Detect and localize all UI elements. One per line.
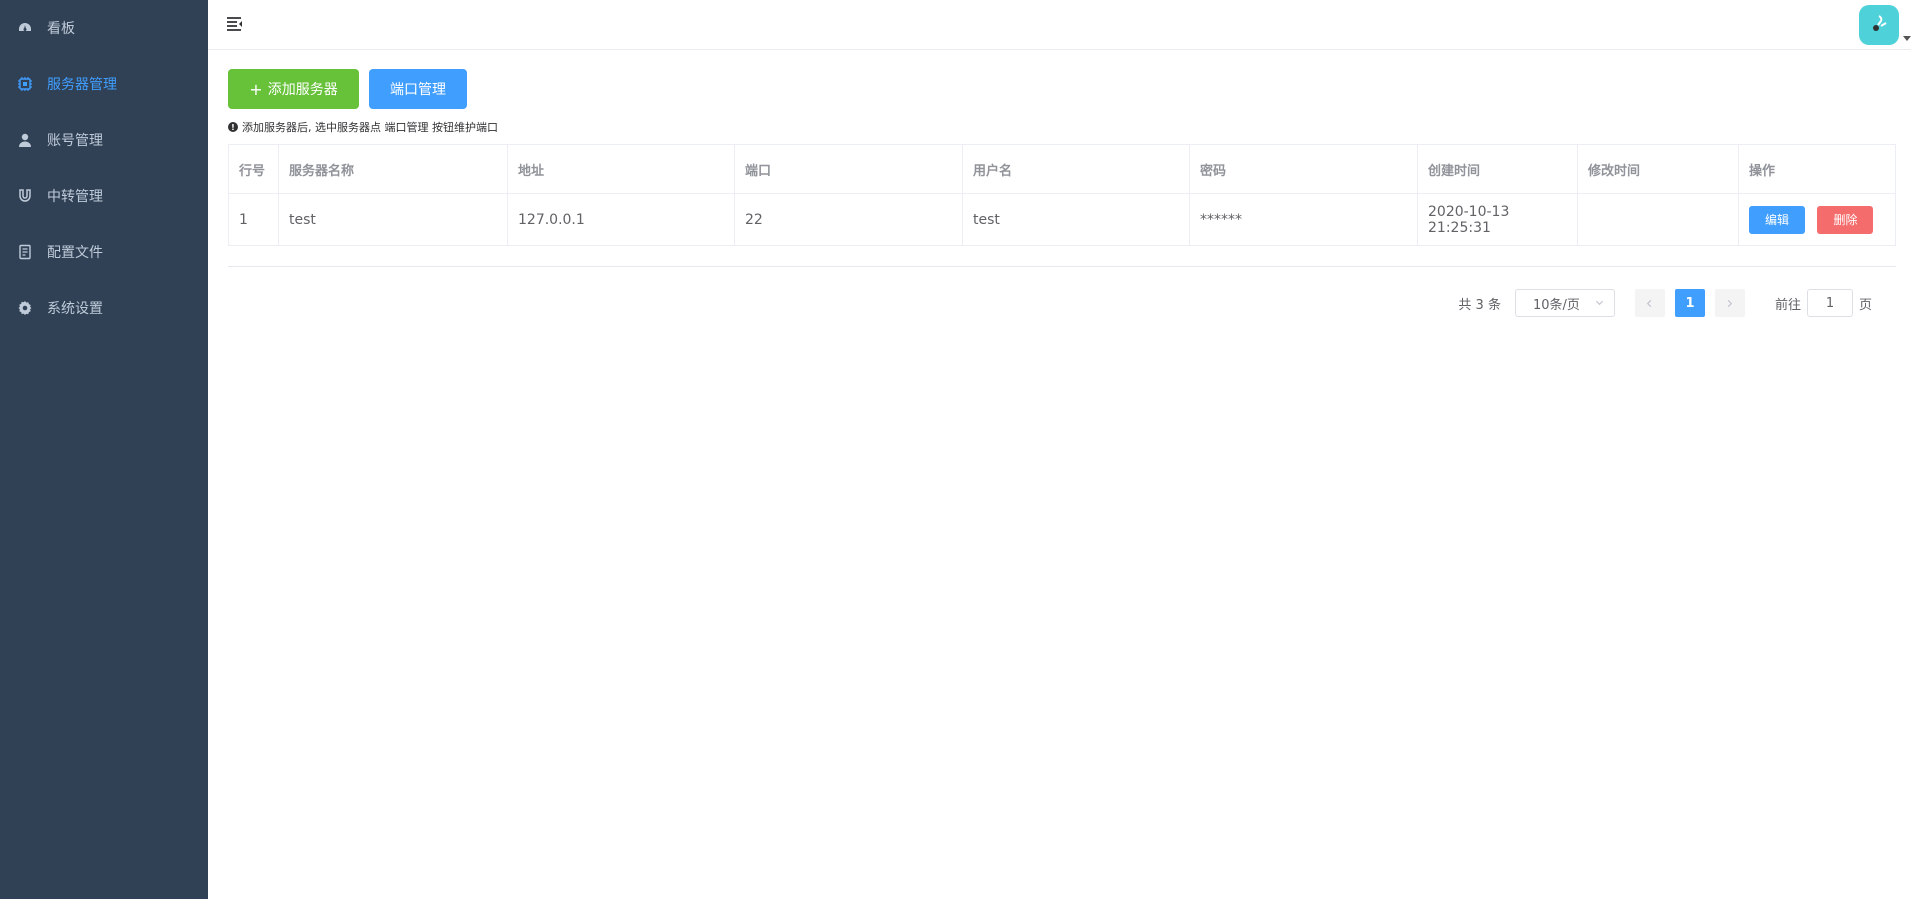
pagination-total: 共 3 条 [1458, 297, 1501, 313]
cell-name: test [278, 193, 508, 246]
column-header[interactable]: 端口 [734, 144, 963, 194]
cell-created: 2020-10-13 21:25:31 [1417, 193, 1578, 246]
content: + 添加服务器 端口管理 ! 添加服务器后, 选中服务器点 端口管理 按钮维护端… [208, 50, 1911, 317]
goto-page: 前往 页 [1775, 289, 1872, 317]
page-number-current[interactable]: 1 [1674, 289, 1705, 317]
table-header-row: 行号 服务器名称 地址 端口 用户名 密码 创建时间 修改时间 操作 [228, 144, 1896, 194]
sidebar: 看板 服务器管理 账号管理 中转管理 配置文件 系统设置 [0, 0, 208, 899]
column-header[interactable]: 密码 [1189, 144, 1418, 194]
dashboard-icon [17, 20, 33, 36]
document-icon [17, 244, 33, 260]
column-header[interactable]: 行号 [228, 144, 279, 194]
delete-button[interactable]: 删除 [1817, 205, 1874, 234]
user-menu[interactable] [1859, 5, 1911, 45]
hamburger-icon[interactable] [225, 14, 245, 34]
column-header: 操作 [1738, 144, 1896, 194]
column-header[interactable]: 修改时间 [1577, 144, 1739, 194]
cell-username: test [962, 193, 1190, 246]
server-table: 行号 服务器名称 地址 端口 用户名 密码 创建时间 修改时间 操作 1 tes [228, 144, 1896, 246]
toolbar: + 添加服务器 端口管理 [228, 69, 1896, 109]
goto-page-input[interactable] [1806, 289, 1853, 317]
cpu-icon [17, 76, 33, 92]
prev-page-button[interactable] [1634, 289, 1665, 317]
cell-address: 127.0.0.1 [507, 193, 735, 246]
page-size-select[interactable]: 10条/页 [1514, 289, 1615, 317]
cell-modified [1577, 193, 1739, 246]
sidebar-item-dashboard[interactable]: 看板 [0, 0, 208, 56]
plus-icon: + [249, 79, 263, 99]
pagination: 共 3 条 10条/页 1 前往 页 [228, 289, 1896, 317]
column-header[interactable]: 服务器名称 [278, 144, 508, 194]
next-page-button[interactable] [1714, 289, 1745, 317]
divider [228, 266, 1896, 267]
sidebar-item-settings[interactable]: 系统设置 [0, 280, 208, 336]
chevron-right-icon [1728, 299, 1733, 307]
port-manage-button[interactable]: 端口管理 [369, 69, 467, 109]
chevron-down-icon [1595, 296, 1604, 311]
sidebar-item-label: 看板 [47, 21, 75, 37]
tip: ! 添加服务器后, 选中服务器点 端口管理 按钮维护端口 [228, 119, 1896, 135]
cell-index: 1 [228, 193, 279, 246]
page-suffix: 页 [1858, 297, 1872, 313]
magnet-icon [17, 188, 33, 204]
chevron-down-icon [1903, 36, 1911, 41]
sidebar-item-accounts[interactable]: 账号管理 [0, 112, 208, 168]
add-server-button[interactable]: + 添加服务器 [228, 69, 359, 109]
column-header[interactable]: 用户名 [962, 144, 1190, 194]
chevron-left-icon [1647, 299, 1652, 307]
cell-port: 22 [734, 193, 963, 246]
column-header[interactable]: 创建时间 [1417, 144, 1578, 194]
sidebar-item-label: 配置文件 [47, 245, 103, 261]
column-header[interactable]: 地址 [507, 144, 735, 194]
tip-text: 添加服务器后, 选中服务器点 端口管理 按钮维护端口 [242, 121, 498, 134]
sidebar-item-label: 账号管理 [47, 133, 103, 149]
gear-icon [17, 300, 33, 316]
sidebar-item-label: 系统设置 [47, 301, 103, 317]
goto-label: 前往 [1774, 297, 1801, 313]
app-root: 看板 服务器管理 账号管理 中转管理 配置文件 系统设置 + 添加服务器 端口管… [0, 0, 1911, 899]
sidebar-item-label: 中转管理 [47, 189, 103, 205]
user-icon [17, 132, 33, 148]
edit-button[interactable]: 编辑 [1749, 205, 1805, 234]
sidebar-item-config[interactable]: 配置文件 [0, 224, 208, 280]
avatar[interactable] [1859, 5, 1899, 45]
page-size-value: 10条/页 [1532, 297, 1580, 313]
main-area: + 添加服务器 端口管理 ! 添加服务器后, 选中服务器点 端口管理 按钮维护端… [208, 0, 1911, 899]
info-icon: ! [228, 122, 238, 132]
sidebar-item-label: 服务器管理 [47, 77, 117, 93]
sidebar-item-servers[interactable]: 服务器管理 [0, 56, 208, 112]
navbar [208, 0, 1911, 50]
add-server-label: 添加服务器 [267, 82, 338, 98]
sidebar-item-relay[interactable]: 中转管理 [0, 168, 208, 224]
table-row[interactable]: 1 test 127.0.0.1 22 test ****** 2020-10-… [228, 193, 1896, 246]
cell-password: ****** [1189, 193, 1418, 246]
cell-actions: 编辑 删除 [1738, 193, 1896, 246]
